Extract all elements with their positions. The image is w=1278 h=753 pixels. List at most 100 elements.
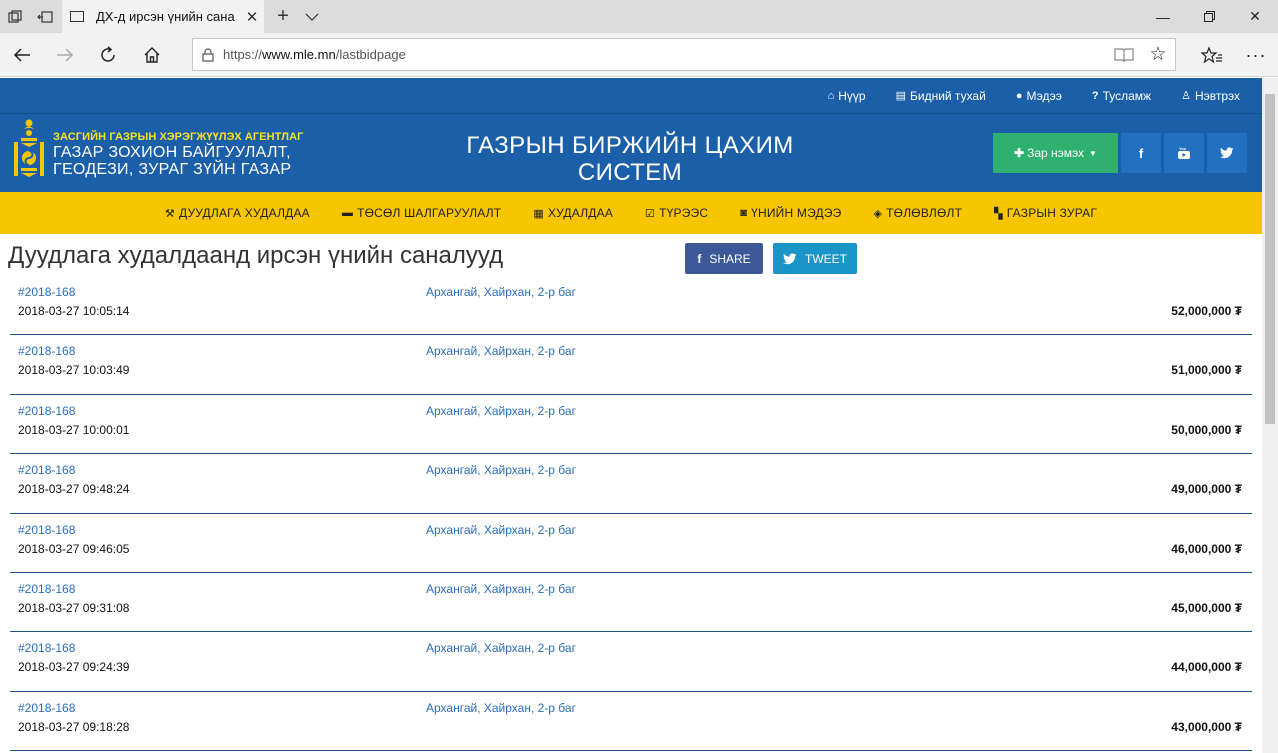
close-icon[interactable]: ✕ <box>240 8 264 26</box>
lot-link[interactable]: #2018-168 <box>18 463 75 477</box>
agency-name[interactable]: ГАЗАР ЗОХИОН БАЙГУУЛАЛТ, ГЕОДЕЗИ, ЗУРАГ … <box>53 144 291 178</box>
chevron-down-icon[interactable] <box>300 0 324 33</box>
nav-about[interactable]: ▤ Бидний тухай <box>896 89 986 103</box>
youtube-button[interactable]: You <box>1164 133 1204 173</box>
browser-tab-bar: ДХ-д ирсэн үнийн сана ✕ + — ✕ <box>0 0 1278 33</box>
twitter-button[interactable] <box>1207 133 1247 173</box>
cat-label: ҮНИЙН МЭДЭЭ <box>751 206 842 220</box>
home-browser-icon[interactable] <box>130 33 174 77</box>
bid-time: 2018-03-27 09:48:24 <box>18 482 130 497</box>
url-text[interactable]: https://www.mle.mn/lastbidpage <box>223 47 1107 62</box>
cat-price-info[interactable]: ◙ ҮНИЙН МЭДЭЭ <box>740 206 841 220</box>
question-icon: ? <box>1091 89 1099 102</box>
plus-icon: ✚ <box>1014 146 1025 160</box>
list-item: #2018-168 2018-03-27 09:31:08 Архангай, … <box>10 573 1252 633</box>
facebook-icon: f <box>697 251 702 266</box>
bid-amount: 49,000,000 ₮ <box>1171 482 1242 497</box>
cat-auction[interactable]: ⚒ ДУУДЛАГА ХУДАЛДАА <box>165 206 310 220</box>
main-content: Дуудлага худалдаанд ирсэн үнийн саналууд… <box>0 234 1262 752</box>
reading-view-icon[interactable] <box>1107 47 1141 63</box>
cat-label: ХУДАЛДАА <box>547 206 614 220</box>
bid-time: 2018-03-27 09:24:39 <box>18 660 130 675</box>
location-link[interactable]: Архангай, Хайрхан, 2-р баг <box>426 582 576 596</box>
facebook-button[interactable]: f <box>1121 133 1161 173</box>
url-host: www.mle.mn <box>262 47 336 62</box>
top-navigation: ⌂ Нүүр ▤ Бидний тухай ● Мэдээ ? Тусламж ♙ Нэв… <box>0 78 1262 114</box>
location-link[interactable]: Архангай, Хайрхан, 2-р баг <box>426 701 576 715</box>
location-link[interactable]: Архангай, Хайрхан, 2-р баг <box>426 523 576 537</box>
restore-icon[interactable] <box>1186 0 1232 33</box>
location-link[interactable]: Архангай, Хайрхан, 2-р баг <box>426 285 576 299</box>
nav-label: Нүүр <box>838 88 866 103</box>
caret-down-icon: ▼ <box>1089 148 1097 158</box>
cat-label: ТӨЛӨВЛӨЛТ <box>886 206 963 220</box>
facebook-share-button[interactable]: f SHARE <box>685 243 763 274</box>
building-icon: ▦ <box>533 207 544 220</box>
map-icon: ▚ <box>994 207 1003 220</box>
location-link[interactable]: Архангай, Хайрхан, 2-р баг <box>426 463 576 477</box>
lot-link[interactable]: #2018-168 <box>18 285 75 299</box>
nav-label: Мэдээ <box>1026 88 1062 103</box>
card-icon: ▤ <box>895 90 906 102</box>
more-menu-icon[interactable]: ··· <box>1234 33 1278 77</box>
bid-time: 2018-03-27 10:00:01 <box>18 422 130 437</box>
site-header: ЗАСГИЙН ГАЗРЫН ХЭРЭГЖҮҮЛЭХ АГЕНТЛАГ ГАЗА… <box>0 114 1262 192</box>
scrollbar-thumb[interactable] <box>1265 94 1275 424</box>
tab-title: ДХ-д ирсэн үнийн сана <box>96 9 235 24</box>
location-link[interactable]: Архангай, Хайрхан, 2-р баг <box>426 344 576 358</box>
minimize-icon[interactable]: — <box>1140 0 1186 33</box>
cat-rent[interactable]: ☑ ТҮРЭЭС <box>645 206 708 220</box>
lot-link[interactable]: #2018-168 <box>18 404 75 418</box>
system-title-line2: СИСТЕМ <box>577 159 683 186</box>
lot-link[interactable]: #2018-168 <box>18 523 75 537</box>
vertical-scrollbar[interactable] <box>1262 78 1278 753</box>
favorites-hub-icon[interactable] <box>1190 33 1234 77</box>
lot-link[interactable]: #2018-168 <box>18 641 75 655</box>
url-prefix: https:// <box>223 47 263 62</box>
refresh-icon[interactable] <box>86 33 130 77</box>
bid-time: 2018-03-27 10:05:14 <box>18 304 130 318</box>
nav-news[interactable]: ● Мэдээ <box>1016 89 1062 103</box>
twitter-tweet-button[interactable]: TWEET <box>773 243 857 274</box>
nav-label: Тусламж <box>1102 88 1152 103</box>
calendar-icon: ☑ <box>645 207 656 220</box>
lot-link[interactable]: #2018-168 <box>18 701 75 715</box>
cat-label: ТҮРЭЭС <box>659 206 709 220</box>
bid-amount: 45,000,000 ₮ <box>1171 600 1242 615</box>
list-item: #2018-168 2018-03-27 09:24:39 Архангай, … <box>10 632 1252 692</box>
lot-link[interactable]: #2018-168 <box>18 344 75 358</box>
location-link[interactable]: Архангай, Хайрхан, 2-р баг <box>426 641 576 655</box>
bid-amount: 50,000,000 ₮ <box>1171 422 1242 437</box>
close-window-icon[interactable]: ✕ <box>1232 0 1278 33</box>
back-icon[interactable] <box>0 33 44 77</box>
bid-amount: 51,000,000 ₮ <box>1171 363 1242 378</box>
bid-list: #2018-168 2018-03-27 10:05:14 Архангай, … <box>10 276 1252 752</box>
location-link[interactable]: Архангай, Хайрхан, 2-р баг <box>426 404 576 418</box>
forward-icon[interactable] <box>43 33 87 77</box>
soyombo-emblem-icon[interactable] <box>12 118 46 180</box>
cat-map[interactable]: ▚ ГАЗРЫН ЗУРАГ <box>994 206 1097 220</box>
tab-actions-icon[interactable] <box>0 0 30 33</box>
active-tab[interactable]: ДХ-д ирсэн үнийн сана ✕ <box>62 0 264 33</box>
cat-planning[interactable]: ◈ ТӨЛӨВЛӨЛТ <box>873 206 962 220</box>
cube-icon: ◈ <box>873 207 883 220</box>
new-tab-icon[interactable]: + <box>270 0 296 33</box>
facebook-icon: f <box>1138 145 1144 161</box>
page-title: Дуудлага худалдаанд ирсэн үнийн саналууд <box>8 242 504 269</box>
nav-login[interactable]: ♙ Нэвтрэх <box>1181 89 1240 103</box>
bid-amount: 43,000,000 ₮ <box>1171 719 1242 734</box>
browser-nav-bar: https://www.mle.mn/lastbidpage ☆ ··· <box>0 33 1278 77</box>
lot-link[interactable]: #2018-168 <box>18 582 75 596</box>
address-bar[interactable]: https://www.mle.mn/lastbidpage ☆ <box>192 38 1176 71</box>
gavel-icon: ⚒ <box>164 207 175 220</box>
list-item: #2018-168 2018-03-27 09:48:24 Архангай, … <box>10 454 1252 514</box>
cat-sale[interactable]: ▦ ХУДАЛДАА <box>533 206 613 220</box>
set-tabs-aside-icon[interactable] <box>30 0 60 33</box>
nav-help[interactable]: ? Тусламж <box>1092 89 1151 103</box>
user-icon: ♙ <box>1181 90 1191 102</box>
twitter-icon <box>1220 147 1234 159</box>
nav-home[interactable]: ⌂ Нүүр <box>828 89 866 103</box>
add-listing-button[interactable]: ✚ Зар нэмэх ▼ <box>993 133 1118 173</box>
favorite-star-icon[interactable]: ☆ <box>1141 43 1175 66</box>
cat-tender[interactable]: ▬ ТӨСӨЛ ШАЛГАРУУЛАЛТ <box>342 206 501 220</box>
